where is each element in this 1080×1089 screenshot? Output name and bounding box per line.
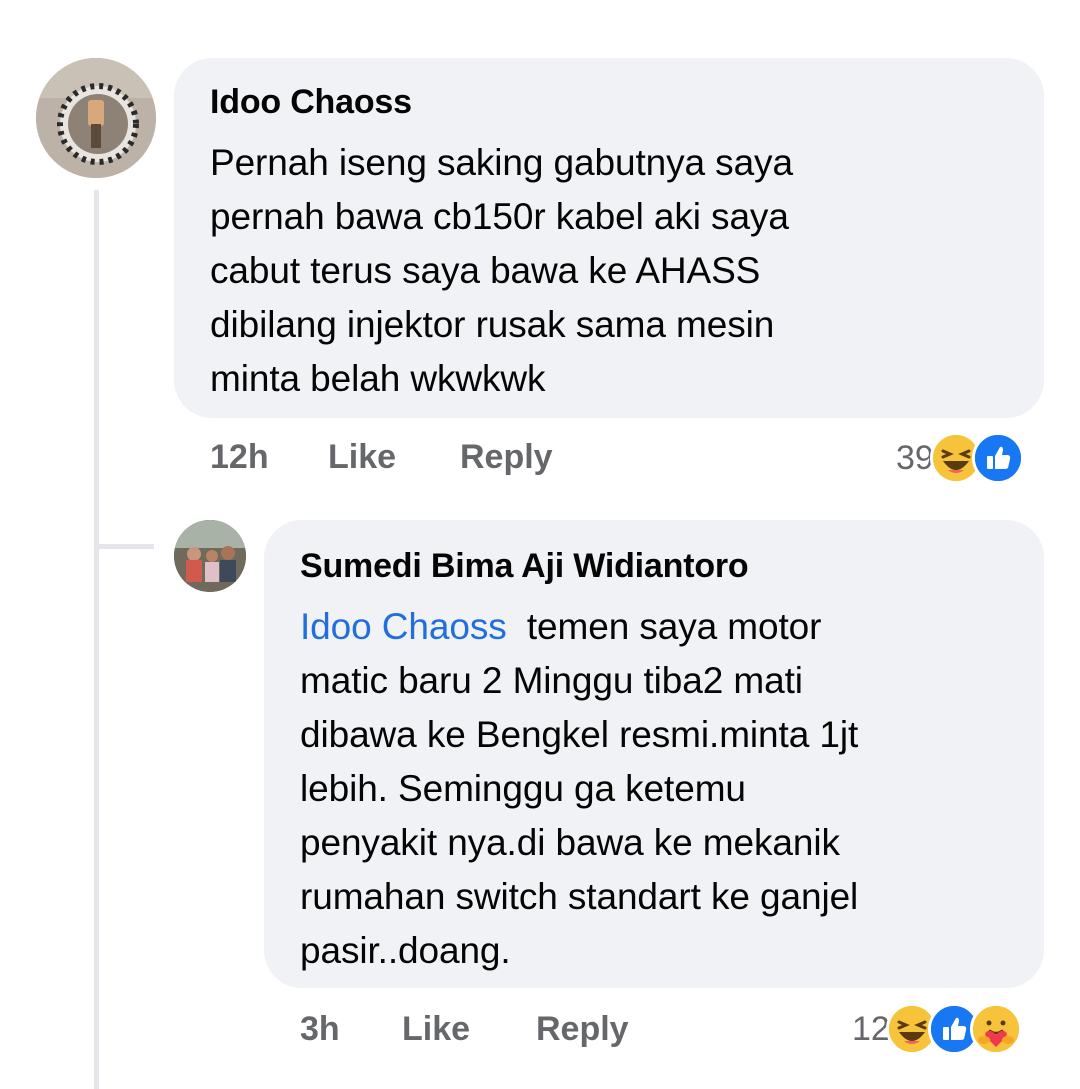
comment-line: pasir..doang. [300, 930, 511, 971]
comment-line: pernah bawa cb150r kabel aki saya [210, 196, 789, 237]
reaction-summary[interactable]: 39 [896, 432, 1024, 484]
comment-line: matic baru 2 Minggu tiba2 mati [300, 660, 803, 701]
reaction-count: 12 [852, 1009, 890, 1048]
comment-line: lebih. Seminggu ga ketemu [300, 768, 746, 809]
reply-button[interactable]: Reply [460, 438, 553, 477]
reply-button[interactable]: Reply [536, 1010, 629, 1049]
like-icon [971, 432, 1024, 484]
avatar[interactable] [36, 58, 156, 178]
reaction-count: 39 [896, 438, 934, 477]
comment-bubble: Sumedi Bima Aji Widiantoro Idoo Chaoss t… [264, 520, 1044, 988]
comment-line: dibawa ke Bengkel resmi.minta 1jt [300, 714, 859, 755]
comment-timestamp[interactable]: 3h [300, 1010, 402, 1049]
comment-line: dibilang injektor rusak sama mesin [210, 304, 775, 345]
reaction-summary[interactable]: 12 [852, 1003, 1022, 1055]
comment-line-rest: temen saya motor [526, 606, 822, 647]
like-button[interactable]: Like [328, 438, 460, 477]
comment-line: rumahan switch standart ke ganjel [300, 876, 859, 917]
comment-line: cabut terus saya bawa ke AHASS [210, 250, 761, 291]
avatar-mirror-photo [36, 58, 156, 178]
comment-line: penyakit nya.di bawa ke mekanik [300, 822, 840, 863]
comment-text: Pernah iseng saking gabutnya saya pernah… [210, 136, 1008, 406]
comment-bubble: Idoo Chaoss Pernah iseng saking gabutnya… [174, 58, 1044, 418]
mention-link[interactable]: Idoo Chaoss [300, 606, 507, 647]
comment-author[interactable]: Sumedi Bima Aji Widiantoro [300, 546, 1008, 586]
comment-line: Idoo Chaoss temen saya motor [300, 600, 1008, 654]
comment-actions: 12h Like Reply [210, 438, 553, 477]
comment-line: Pernah iseng saking gabutnya saya [210, 142, 793, 183]
like-button[interactable]: Like [402, 1010, 536, 1049]
thread-line-branch [94, 544, 154, 549]
comment-line: minta belah wkwkwk [210, 358, 546, 399]
avatar[interactable] [174, 520, 246, 592]
care-icon [969, 1003, 1022, 1055]
avatar-group-photo [174, 520, 246, 592]
comment-author[interactable]: Idoo Chaoss [210, 82, 1008, 122]
thread-line-vertical [94, 190, 99, 1089]
comment-text: Idoo Chaoss temen saya motor matic baru … [300, 600, 1008, 978]
comment-timestamp[interactable]: 12h [210, 438, 328, 477]
comment-actions: 3h Like Reply [300, 1010, 629, 1049]
